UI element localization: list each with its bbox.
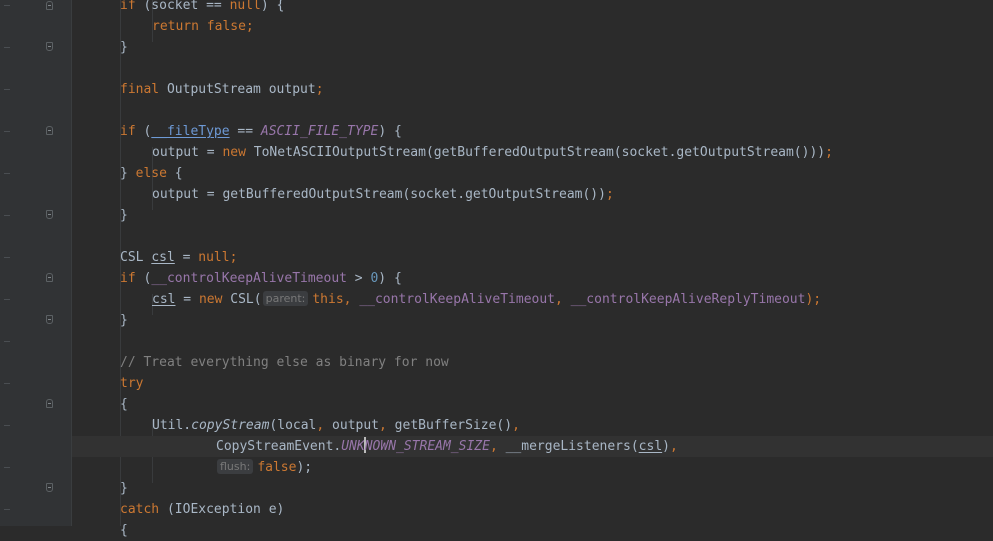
code-line: { xyxy=(120,397,128,412)
code-line: csl = new CSL(parent: this, __controlKeep… xyxy=(152,291,822,307)
gutter-tick xyxy=(4,131,10,132)
code-line: } xyxy=(120,40,128,55)
gutter-tick xyxy=(4,215,10,216)
fold-marker-icon[interactable] xyxy=(46,399,53,408)
gutter-tick xyxy=(4,5,10,6)
code-line: if (__fileType == ASCII_FILE_TYPE) { xyxy=(120,124,402,139)
code-line-current: CopyStreamEvent.UNKNOWN_STREAM_SIZE, __m… xyxy=(72,436,993,457)
code-line: final OutputStream output; xyxy=(120,82,324,97)
code-line: } else { xyxy=(120,166,183,181)
editor-gutter[interactable] xyxy=(0,0,72,526)
code-line: return false; xyxy=(152,19,254,34)
code-line: // Treat everything else as binary for n… xyxy=(120,355,449,370)
gutter-tick xyxy=(4,383,10,384)
code-line: try xyxy=(120,376,144,391)
gutter-tick xyxy=(4,47,10,48)
code-line: } xyxy=(120,481,128,496)
gutter-tick xyxy=(4,467,10,468)
gutter-tick xyxy=(4,299,10,300)
code-line: if (socket == null) { xyxy=(120,0,285,13)
fold-marker-icon[interactable] xyxy=(46,210,53,219)
code-line: catch (IOException e) xyxy=(120,502,285,517)
fold-marker-icon[interactable] xyxy=(46,273,53,282)
fold-marker-icon[interactable] xyxy=(46,126,53,135)
fold-marker-icon[interactable] xyxy=(46,483,53,492)
code-line: CSL csl = null; xyxy=(120,250,238,265)
code-line: output = new ToNetASCIIOutputStream(getB… xyxy=(152,145,833,160)
code-line: } xyxy=(120,313,128,328)
parameter-hint: flush: xyxy=(217,459,254,474)
fold-marker-icon[interactable] xyxy=(46,1,53,10)
fold-marker-icon[interactable] xyxy=(46,42,53,51)
parameter-hint: parent: xyxy=(262,291,309,306)
gutter-tick xyxy=(4,425,10,426)
fold-marker-icon[interactable] xyxy=(46,315,53,324)
gutter-tick xyxy=(4,257,10,258)
code-line: flush: false); xyxy=(72,457,993,478)
gutter-tick xyxy=(4,509,10,510)
code-line: } xyxy=(120,208,128,223)
gutter-tick xyxy=(4,89,10,90)
code-line: Util.copyStream(local, output, getBuffer… xyxy=(152,418,520,433)
code-line: if (__controlKeepAliveTimeout > 0) { xyxy=(120,271,402,286)
code-line: { xyxy=(120,523,128,538)
gutter-tick xyxy=(4,341,10,342)
gutter-tick xyxy=(4,173,10,174)
code-editor[interactable]: if (socket == null) { return false; } fi… xyxy=(72,0,993,538)
code-line: output = getBufferedOutputStream(socket.… xyxy=(152,187,614,202)
